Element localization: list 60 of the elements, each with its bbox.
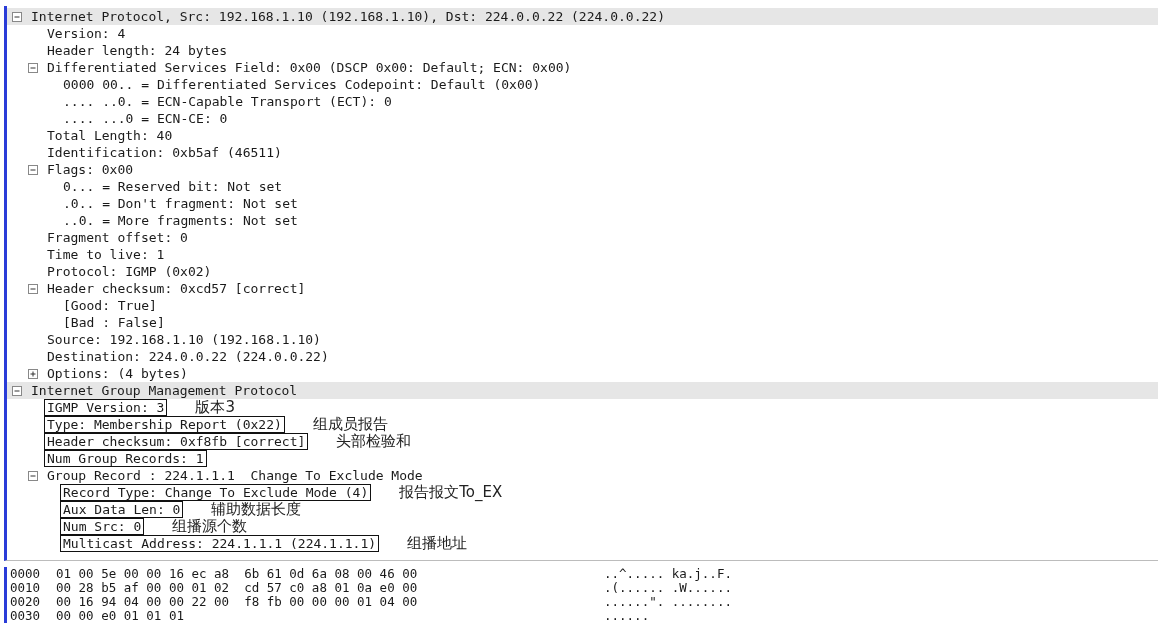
hex-bytes: 01 00 5e 00 00 16 ec a8 6b 61 0d 6a 08 00 46 00 xyxy=(56,567,419,581)
annotation-text: 版本3 xyxy=(195,399,235,416)
field-text: Group Record : 224.1.1.1 Change To Exclude Mode xyxy=(46,467,424,484)
hex-bytes: 00 16 94 04 00 00 22 00 f8 fb 00 00 00 01 04 00 xyxy=(56,595,419,609)
annotation-text: 组播源个数 xyxy=(172,518,248,535)
annotation-text: 辅助数据长度 xyxy=(211,501,302,518)
hex-offset: 0020 xyxy=(10,595,42,609)
boxed-field-text: Header checksum: 0xf8fb [correct] xyxy=(44,433,309,450)
boxed-field-text: Num Group Records: 1 xyxy=(44,450,207,467)
field-text: Fragment offset: 0 xyxy=(46,229,189,246)
annotation-text: 报告报文To_EX xyxy=(399,484,503,501)
field-text: 0000 00.. = Differentiated Services Codepoint: Default (0x00) xyxy=(62,76,542,93)
field-text: [Good: True] xyxy=(62,297,158,314)
field-text: 0... = Reserved bit: Not set xyxy=(62,178,284,195)
field-text: [Bad : False] xyxy=(62,314,166,331)
collapse-icon[interactable] xyxy=(28,164,38,175)
collapse-icon[interactable] xyxy=(12,385,22,396)
field-text: .... ..0. = ECN-Capable Transport (ECT): 0 xyxy=(62,93,393,110)
ascii-text: ..^..... ka.j..F. xyxy=(604,567,732,581)
hex-bytes: 00 28 b5 af 00 00 01 02 cd 57 c0 a8 01 0a e0 00 xyxy=(56,581,419,595)
field-text: Version: 4 xyxy=(46,25,127,42)
hex-bytes: 00 00 e0 01 01 01 xyxy=(56,609,185,623)
boxed-field-text: Aux Data Len: 0 xyxy=(60,501,184,518)
field-text: Differentiated Services Field: 0x00 (DSCP 0x00: Default; ECN: 0x00) xyxy=(46,59,573,76)
boxed-field-text: Num Src: 0 xyxy=(60,518,145,535)
field-text: Flags: 0x00 xyxy=(46,161,135,178)
annotation-text: 组播地址 xyxy=(407,535,468,552)
collapse-icon[interactable] xyxy=(28,62,38,73)
field-text: Destination: 224.0.0.22 (224.0.0.22) xyxy=(46,348,330,365)
collapse-icon[interactable] xyxy=(12,11,22,22)
collapse-icon[interactable] xyxy=(28,283,38,294)
collapse-icon[interactable] xyxy=(28,470,38,481)
field-text: Time to live: 1 xyxy=(46,246,166,263)
boxed-field-text: Type: Membership Report (0x22) xyxy=(44,416,285,433)
field-text: Total Length: 40 xyxy=(46,127,174,144)
field-text: Header length: 24 bytes xyxy=(46,42,228,59)
hex-offset: 0010 xyxy=(10,581,42,595)
field-text: Source: 192.168.1.10 (192.168.1.10) xyxy=(46,331,322,348)
hex-offset: 0030 xyxy=(10,609,42,623)
ascii-text: ...... xyxy=(604,609,650,623)
field-text: ..0. = More fragments: Not set xyxy=(62,212,299,229)
boxed-field-text: Multicast Address: 224.1.1.1 (224.1.1.1) xyxy=(60,535,380,552)
protocol-header-row[interactable]: Internet Protocol, Src: 192.168.1.10 (192.168.1.10), Dst: 224.0.0.22 (224.0.0.22) xyxy=(7,8,1158,25)
ascii-text: ......". ........ xyxy=(604,595,732,609)
expand-icon[interactable] xyxy=(28,368,38,379)
field-text: .... ...0 = ECN-CE: 0 xyxy=(62,110,229,127)
boxed-field-text: Record Type: Change To Exclude Mode (4) xyxy=(60,484,372,501)
annotation-text: 组成员报告 xyxy=(312,416,388,433)
field-text: Header checksum: 0xcd57 [correct] xyxy=(46,280,307,297)
field-text: Options: (4 bytes) xyxy=(46,365,189,382)
boxed-field-text: IGMP Version: 3 xyxy=(44,399,168,416)
ascii-text: .(...... .W...... xyxy=(604,581,732,595)
field-text: Internet Protocol, Src: 192.168.1.10 (192.168.1.10), Dst: 224.0.0.22 (224.0.0.22) xyxy=(30,8,666,25)
field-text: .0.. = Don't fragment: Not set xyxy=(62,195,299,212)
field-text: Identification: 0xb5af (46511) xyxy=(46,144,283,161)
annotation-text: 头部检验和 xyxy=(336,433,412,450)
protocol-header-row[interactable]: Internet Group Management Protocol xyxy=(7,382,1158,399)
field-text: Internet Group Management Protocol xyxy=(30,382,299,399)
hex-offset: 0000 xyxy=(10,567,42,581)
field-text: Protocol: IGMP (0x02) xyxy=(46,263,213,280)
